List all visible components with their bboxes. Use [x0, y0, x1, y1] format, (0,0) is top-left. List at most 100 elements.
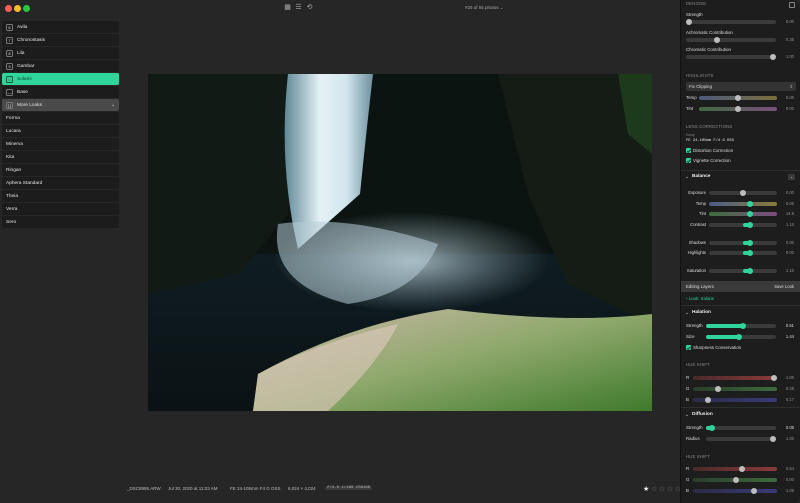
look-item[interactable]: Sero — [2, 216, 119, 228]
chromatic-slider[interactable] — [686, 54, 776, 60]
minimize-window-button[interactable] — [14, 5, 21, 12]
close-window-button[interactable] — [5, 5, 12, 12]
look-item[interactable]: Kita — [2, 151, 119, 163]
achromatic-slider[interactable] — [686, 37, 776, 43]
look-item[interactable]: Verra — [2, 203, 119, 215]
divider — [681, 407, 800, 408]
balance-options-button[interactable]: ⌄ — [788, 174, 795, 180]
halation-size-slider[interactable] — [706, 334, 776, 340]
highlight-tint-slider[interactable] — [699, 106, 777, 112]
slider-thumb[interactable] — [739, 466, 745, 472]
slider-thumb[interactable] — [736, 334, 742, 340]
balance-contrast-slider[interactable] — [709, 222, 777, 228]
balance-exposure-slider[interactable] — [709, 190, 777, 196]
diffusion-strength-slider[interactable] — [706, 425, 776, 431]
balance-temp-slider[interactable] — [709, 201, 777, 207]
rating-star-1[interactable]: ★ — [643, 485, 649, 493]
vignette-checkbox[interactable] — [686, 158, 691, 163]
highlight-temp-label: Temp — [686, 95, 697, 100]
grid-view-icon[interactable]: ▦ — [283, 4, 292, 12]
look-link[interactable]: ‹ Look: Solaris — [686, 296, 714, 301]
slider-thumb[interactable] — [771, 375, 777, 381]
balance-temp-value: 0.06 — [785, 201, 794, 206]
look-label: Lucara — [6, 128, 21, 134]
share-icon[interactable] — [789, 2, 795, 8]
slider-thumb[interactable] — [735, 106, 741, 112]
diffusion-b-slider[interactable] — [693, 488, 777, 494]
slider-thumb[interactable] — [735, 95, 741, 101]
diffusion-hue-header: HUE SHIFT — [686, 454, 710, 459]
look-item[interactable]: 6 Avila — [2, 21, 119, 33]
slider-thumb[interactable] — [747, 268, 753, 274]
balance-tint-value: 14.9 — [785, 211, 794, 216]
halation-b-slider[interactable] — [693, 397, 777, 403]
look-item[interactable]: Forma — [2, 112, 119, 124]
look-item[interactable]: 0 Solaris — [2, 73, 119, 85]
diffusion-title: Diffusion — [692, 412, 713, 417]
look-item[interactable]: Aphera Standard — [2, 177, 119, 189]
balance-tint-slider[interactable] — [709, 211, 777, 217]
highlights-mode-select[interactable]: Fix Clipping ⇕ — [686, 82, 796, 91]
slider-thumb[interactable] — [747, 240, 753, 246]
slider-thumb[interactable] — [747, 250, 753, 256]
diffusion-section-toggle[interactable]: ⌄ Diffusion — [685, 412, 713, 417]
photo-counter[interactable]: #25 of 55 photos ⌄ — [445, 3, 520, 13]
distortion-checkbox[interactable] — [686, 148, 691, 153]
look-item[interactable]: Lucara — [2, 125, 119, 137]
sharpness-label: Sharpness Conservation — [693, 345, 742, 350]
zoom-window-button[interactable] — [23, 5, 30, 12]
slider-thumb[interactable] — [747, 201, 753, 207]
halation-g-slider[interactable] — [693, 386, 777, 392]
rotate-icon[interactable]: ⟲ — [305, 4, 314, 12]
rating-star-2[interactable]: ☆ — [651, 485, 657, 493]
diffusion-radius-slider[interactable] — [706, 436, 776, 442]
look-label: Base — [17, 89, 28, 95]
slider-thumb[interactable] — [740, 190, 746, 196]
slider-thumb[interactable] — [705, 397, 711, 403]
halation-r-slider[interactable] — [693, 375, 777, 381]
balance-highlights-slider[interactable] — [709, 250, 777, 256]
balance-shadows-slider[interactable] — [709, 240, 777, 246]
balance-section-toggle[interactable]: ⌄ Balance — [685, 174, 710, 179]
slider-thumb[interactable] — [686, 19, 692, 25]
achromatic-label: Achromatic Contribution — [686, 30, 733, 35]
look-item[interactable]: Theia — [2, 190, 119, 202]
list-view-icon[interactable]: ☰ — [294, 4, 303, 12]
highlights-mode-value: Fix Clipping — [689, 84, 712, 89]
denoise-strength-value: 0.00 — [785, 19, 794, 24]
look-item[interactable]: — Base — [2, 86, 119, 98]
slider-thumb[interactable] — [740, 323, 746, 329]
slider-thumb[interactable] — [733, 477, 739, 483]
denoise-strength-label: Strength — [686, 12, 703, 17]
balance-saturation-slider[interactable] — [709, 268, 777, 274]
diffusion-r-slider[interactable] — [693, 466, 777, 472]
balance-temp-label: Temp — [695, 201, 706, 206]
save-look-button[interactable]: Save Look — [774, 284, 794, 289]
highlight-temp-slider[interactable] — [699, 95, 777, 101]
diffusion-g-slider[interactable] — [693, 477, 777, 483]
denoise-strength-slider[interactable] — [686, 19, 776, 25]
look-item[interactable]: 8 Lila — [2, 47, 119, 59]
more-looks-dropdown[interactable]: [ ] More Looks ⌄ — [2, 99, 119, 111]
look-item[interactable]: Minerva — [2, 138, 119, 150]
chevron-down-icon: ⌄ — [110, 102, 115, 108]
sharpness-checkbox[interactable] — [686, 345, 691, 350]
balance-exposure-value: 0.00 — [785, 190, 794, 195]
slider-thumb[interactable] — [770, 54, 776, 60]
slider-thumb[interactable] — [751, 488, 757, 494]
slider-thumb[interactable] — [770, 436, 776, 442]
divider — [681, 170, 800, 171]
editing-layers-label: Editing Layers — [686, 284, 714, 289]
rating-star-4[interactable]: ☆ — [667, 485, 673, 493]
rating-star-3[interactable]: ☆ — [659, 485, 665, 493]
slider-thumb[interactable] — [747, 222, 753, 228]
slider-thumb[interactable] — [715, 386, 721, 392]
halation-section-toggle[interactable]: ⌄ Halation — [685, 310, 711, 315]
halation-strength-slider[interactable] — [706, 323, 776, 329]
slider-thumb[interactable] — [714, 37, 720, 43]
slider-thumb[interactable] — [709, 425, 715, 431]
look-item[interactable]: Ringan — [2, 164, 119, 176]
look-item[interactable]: 9 Gambar — [2, 60, 119, 72]
slider-thumb[interactable] — [747, 211, 753, 217]
look-item[interactable]: 7 Chronostasis — [2, 34, 119, 46]
